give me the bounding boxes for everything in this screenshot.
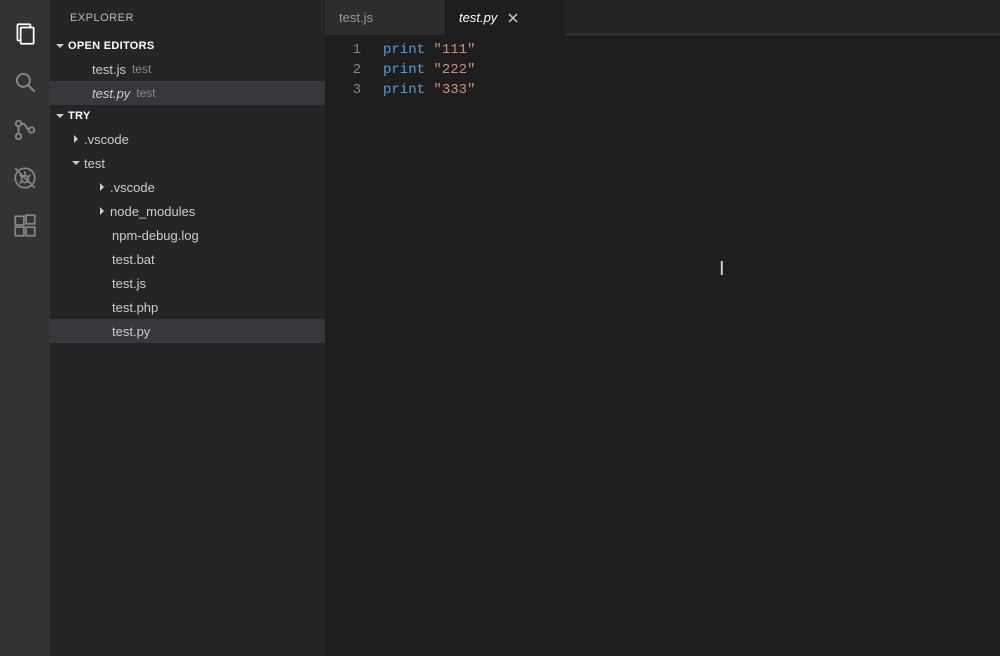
chevron-right-icon (94, 206, 110, 216)
tab-bar: test.js test.py (325, 0, 1000, 36)
activity-scm-icon[interactable] (0, 106, 50, 154)
open-editors-list: test.jstesttest.pytest (50, 57, 325, 105)
editor-tab[interactable]: test.js (325, 0, 445, 35)
file-item[interactable]: npm-debug.log (50, 223, 325, 247)
open-editor-desc: test (136, 86, 155, 100)
workspace-name: TRY (68, 110, 91, 122)
folder-item[interactable]: node_modules (50, 199, 325, 223)
open-editor-desc: test (132, 62, 151, 76)
file-label: test.bat (112, 252, 155, 267)
test-subfolders: .vscode node_modules (50, 175, 325, 223)
activity-bar (0, 0, 50, 656)
line-number: 1 (325, 40, 361, 60)
folder-label: .vscode (84, 132, 129, 147)
close-icon[interactable] (505, 10, 521, 26)
tab-filler (565, 0, 1000, 35)
test-files: npm-debug.log test.bat test.js test.php test… (50, 223, 325, 343)
file-item[interactable]: test.php (50, 295, 325, 319)
file-item[interactable]: test.py (50, 319, 325, 343)
open-editor-label: test.py (92, 86, 130, 101)
open-editor-label: test.js (92, 62, 126, 77)
tab-label: test.js (339, 10, 373, 25)
chevron-down-icon (52, 41, 68, 51)
file-label: test.py (112, 324, 150, 339)
chevron-down-icon (52, 111, 68, 121)
file-label: test.php (112, 300, 158, 315)
code-line[interactable]: print "111" (383, 40, 1000, 60)
file-label: test.js (112, 276, 146, 291)
folder-label: test (84, 156, 105, 171)
editor-area: test.js test.py 123 print "111"print "222… (325, 0, 1000, 656)
code-line[interactable]: print "222" (383, 60, 1000, 80)
activity-extensions-icon[interactable] (0, 202, 50, 250)
folder-vscode-root[interactable]: .vscode (50, 127, 325, 151)
file-item[interactable]: test.bat (50, 247, 325, 271)
chevron-right-icon (94, 182, 110, 192)
code-line[interactable]: print "333" (383, 80, 1000, 100)
activity-search-icon[interactable] (0, 58, 50, 106)
activity-explorer-icon[interactable] (0, 10, 50, 58)
tab-label: test.py (459, 10, 497, 25)
file-label: npm-debug.log (112, 228, 199, 243)
open-editors-header[interactable]: OPEN EDITORS (50, 35, 325, 57)
editor-tab[interactable]: test.py (445, 0, 565, 35)
folder-test[interactable]: test (50, 151, 325, 175)
sidebar-title: EXPLORER (50, 0, 325, 35)
open-editor-item[interactable]: test.py test (50, 81, 325, 105)
line-number: 3 (325, 80, 361, 100)
chevron-right-icon (68, 134, 84, 144)
line-number: 2 (325, 60, 361, 80)
folder-item[interactable]: .vscode (50, 175, 325, 199)
line-number-gutter: 123 (325, 36, 383, 656)
folder-label: node_modules (110, 204, 195, 219)
open-editor-item[interactable]: test.js test (50, 57, 325, 81)
activity-debug-icon[interactable] (0, 154, 50, 202)
folder-label: .vscode (110, 180, 155, 195)
file-item[interactable]: test.js (50, 271, 325, 295)
editor-body[interactable]: 123 print "111"print "222"print "333" I (325, 36, 1000, 656)
open-editors-label: OPEN EDITORS (68, 40, 155, 52)
workspace-header[interactable]: TRY (50, 105, 325, 127)
chevron-down-icon (68, 158, 84, 168)
code-content[interactable]: print "111"print "222"print "333" (383, 36, 1000, 656)
explorer-sidebar: EXPLORER OPEN EDITORS test.jstesttest.py… (50, 0, 325, 656)
